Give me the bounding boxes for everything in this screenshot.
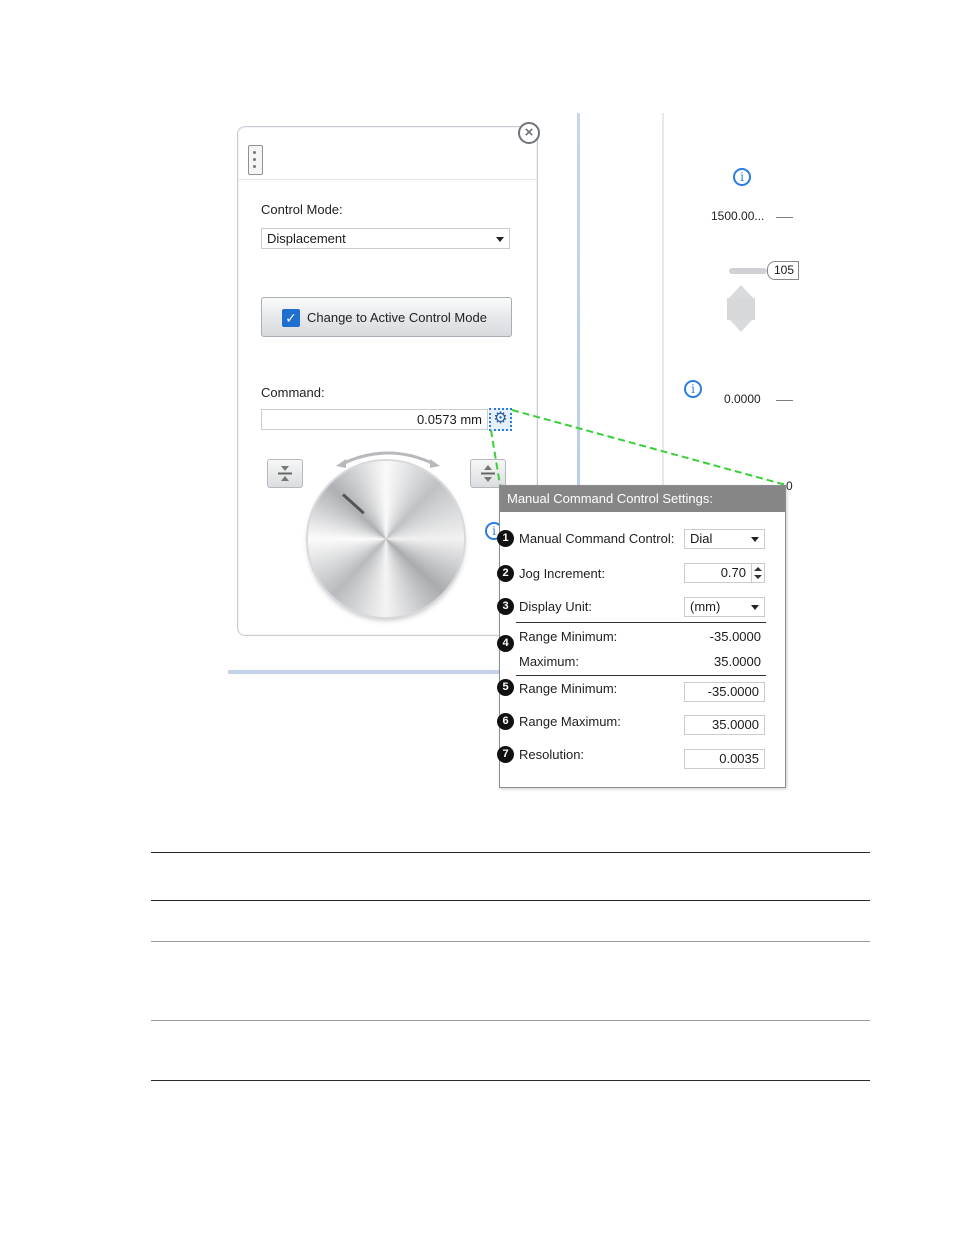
- range-minimum-label: Range Minimum:: [519, 681, 618, 696]
- manual-command-control-label: Manual Command Control:: [519, 531, 675, 546]
- callout-lines: [490, 409, 787, 486]
- jog-increment-spinner[interactable]: [751, 564, 764, 582]
- chevron-down-icon: [751, 605, 759, 610]
- range-maximum-label: Maximum:: [519, 654, 579, 669]
- callout-number-2: 2: [497, 565, 514, 582]
- chevron-down-icon: [751, 537, 759, 542]
- section-divider: [516, 675, 766, 676]
- resolution-input[interactable]: 0.0035: [684, 749, 765, 769]
- range-minimum-label: Range Minimum:: [519, 629, 618, 644]
- callout-number-7: 7: [497, 746, 514, 763]
- table-rule-header: [151, 900, 870, 901]
- range-minimum-readonly: -35.0000: [709, 629, 761, 644]
- display-unit-label: Display Unit:: [519, 599, 592, 614]
- display-unit-value: (mm): [690, 599, 721, 614]
- callout-number-3: 3: [497, 598, 514, 615]
- table-rule-bottom: [151, 1080, 870, 1081]
- range-maximum-label: Range Maximum:: [519, 714, 621, 729]
- jog-increment-label: Jog Increment:: [519, 566, 605, 581]
- manual-command-control-value: Dial: [690, 531, 713, 546]
- table-rule-row: [151, 1020, 870, 1021]
- range-maximum-input[interactable]: 35.0000: [684, 715, 765, 735]
- range-minimum-input[interactable]: -35.0000: [684, 682, 765, 702]
- table-rule-top: [151, 852, 870, 853]
- manual-command-control-select[interactable]: Dial: [684, 529, 765, 549]
- display-unit-select[interactable]: (mm): [684, 597, 765, 617]
- callout-number-5: 5: [497, 679, 514, 696]
- callout-number-4: 4: [497, 635, 514, 652]
- callout-number-6: 6: [497, 713, 514, 730]
- callout-number-1: 1: [497, 530, 514, 547]
- table-rule-row: [151, 941, 870, 942]
- section-divider: [516, 622, 766, 623]
- resolution-label: Resolution:: [519, 747, 585, 762]
- popup-title: Manual Command Control Settings:: [500, 486, 785, 512]
- range-maximum-readonly: 35.0000: [714, 654, 761, 669]
